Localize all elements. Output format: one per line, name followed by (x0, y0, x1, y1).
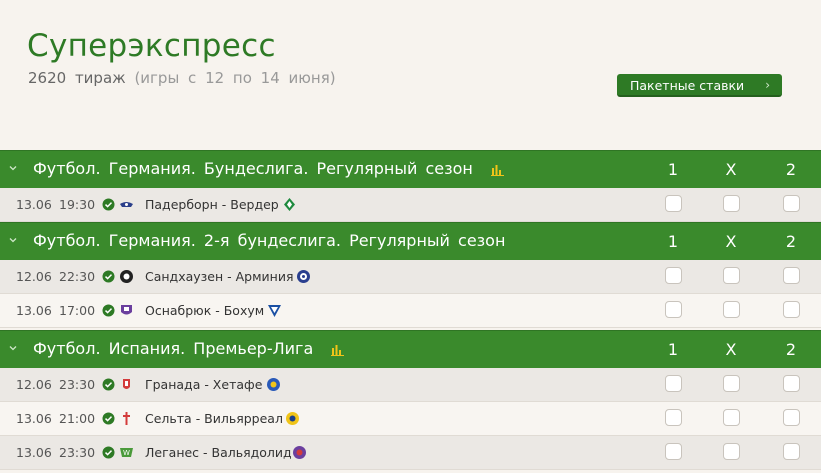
stats-icon[interactable] (490, 164, 505, 176)
draw-number: 2620 тираж (28, 69, 126, 87)
column-header-x: X (725, 232, 737, 251)
bet-checkbox-x[interactable] (723, 195, 740, 212)
match-time: 23:30 (59, 377, 96, 392)
match-date: 12.06 (16, 377, 52, 392)
match-teams[interactable]: Оснабрюк - Бохум (145, 303, 264, 318)
column-header-x: X (725, 160, 737, 179)
column-header-1: 1 (667, 340, 679, 359)
packet-bets-button[interactable]: Пакетные ставки › (617, 74, 782, 97)
table-row: 12.06 22:30 Сандхаузен - Арминия (0, 260, 821, 294)
match-teams[interactable]: Сандхаузен - Арминия (145, 269, 293, 284)
bet-checkbox-2[interactable] (783, 409, 800, 426)
werder-logo-icon (284, 198, 295, 211)
league-name: Футбол. Германия. 2-я бундеслига. Регуля… (33, 231, 505, 250)
chevron-down-icon[interactable] (8, 163, 18, 173)
bet-checkbox-1[interactable] (665, 409, 682, 426)
chevron-down-icon[interactable] (8, 343, 18, 353)
draw-dates: (игры с 12 по 14 июня) (134, 69, 336, 87)
league-title: Футбол. Испания. Премьер-Лига (33, 339, 314, 358)
bet-checkbox-x[interactable] (723, 409, 740, 426)
celta-logo-icon (123, 412, 130, 425)
table-row: 13.06 17:00 Оснабрюк - Бохум (0, 294, 821, 328)
check-icon (102, 270, 115, 283)
arminia-logo-icon (297, 270, 310, 283)
match-teams[interactable]: Гранада - Хетафе (145, 377, 262, 392)
packet-bets-label: Пакетные ставки (630, 78, 745, 93)
bet-checkbox-x[interactable] (723, 375, 740, 392)
match-date: 13.06 (16, 197, 52, 212)
osnabrueck-logo-icon (121, 305, 132, 315)
villarreal-logo-icon (286, 412, 299, 425)
league-header-2-bundesliga[interactable]: Футбол. Германия. 2-я бундеслига. Регуля… (0, 222, 821, 260)
paderborn-logo-icon (120, 202, 133, 207)
bet-checkbox-x[interactable] (723, 301, 740, 318)
bet-checkbox-2[interactable] (783, 267, 800, 284)
match-date: 13.06 (16, 411, 52, 426)
bet-checkbox-2[interactable] (783, 375, 800, 392)
check-icon (102, 446, 115, 459)
bet-checkbox-2[interactable] (783, 443, 800, 460)
page-title: Суперэкспресс (27, 28, 276, 64)
leganes-logo-icon: W (120, 448, 133, 457)
match-teams[interactable]: Падерборн - Вердер (145, 197, 279, 212)
bochum-logo-icon (268, 305, 281, 317)
column-header-2: 2 (785, 232, 797, 251)
granada-logo-icon (123, 379, 130, 389)
getafe-logo-icon (267, 378, 280, 391)
column-header-1: 1 (667, 160, 679, 179)
bet-checkbox-1[interactable] (665, 443, 682, 460)
league-name: Футбол. Германия. Бундеслига. Регулярный… (33, 159, 505, 178)
match-time: 22:30 (59, 269, 96, 284)
bet-checkbox-1[interactable] (665, 195, 682, 212)
table-row: 13.06 19:30 Падерборн - Вердер (0, 188, 821, 222)
page-header: Суперэкспресс 2620 тираж (игры с 12 по 1… (0, 0, 821, 150)
bet-checkbox-2[interactable] (783, 195, 800, 212)
column-header-x: X (725, 340, 737, 359)
valladolid-logo-icon (293, 446, 306, 459)
column-header-2: 2 (785, 160, 797, 179)
svg-text:W: W (123, 449, 130, 457)
draw-info: 2620 тираж (игры с 12 по 14 июня) (28, 69, 336, 87)
table-row: 13.06 21:00 Сельта - Вильярреал (0, 402, 821, 436)
column-header-1: 1 (667, 232, 679, 251)
bet-checkbox-x[interactable] (723, 443, 740, 460)
league-name: Футбол. Испания. Премьер-Лига (33, 339, 345, 358)
check-icon (102, 198, 115, 211)
table-row: 13.06 23:30 W Леганес - Вальядолид (0, 436, 821, 470)
match-time: 23:30 (59, 445, 96, 460)
check-icon (102, 304, 115, 317)
check-icon (102, 412, 115, 425)
stats-icon[interactable] (331, 344, 345, 356)
match-date: 13.06 (16, 303, 52, 318)
bet-checkbox-1[interactable] (665, 301, 682, 318)
match-teams[interactable]: Леганес - Вальядолид (145, 445, 292, 460)
match-date: 12.06 (16, 269, 52, 284)
match-date: 13.06 (16, 445, 52, 460)
bet-checkbox-x[interactable] (723, 267, 740, 284)
bet-checkbox-1[interactable] (665, 375, 682, 392)
match-time: 17:00 (59, 303, 96, 318)
bet-checkbox-2[interactable] (783, 301, 800, 318)
chevron-right-icon: › (765, 78, 770, 92)
league-title: Футбол. Германия. 2-я бундеслига. Регуля… (33, 231, 506, 250)
sandhausen-logo-icon (120, 270, 133, 283)
match-time: 21:00 (59, 411, 96, 426)
match-teams[interactable]: Сельта - Вильярреал (145, 411, 283, 426)
league-header-la-liga[interactable]: Футбол. Испания. Премьер-Лига 1 X 2 (0, 330, 821, 368)
column-header-2: 2 (785, 340, 797, 359)
league-header-bundesliga[interactable]: Футбол. Германия. Бундеслига. Регулярный… (0, 150, 821, 188)
check-icon (102, 378, 115, 391)
table-row: 12.06 23:30 Гранада - Хетафе (0, 368, 821, 402)
match-time: 19:30 (59, 197, 96, 212)
league-title: Футбол. Германия. Бундеслига. Регулярный… (33, 159, 473, 178)
bet-checkbox-1[interactable] (665, 267, 682, 284)
chevron-down-icon[interactable] (8, 235, 18, 245)
